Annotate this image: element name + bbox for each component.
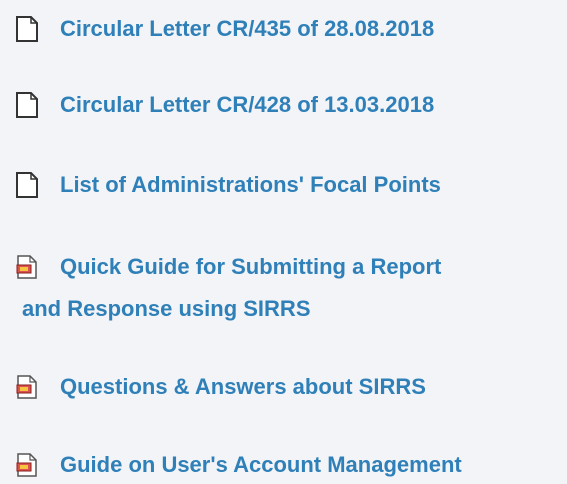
list-item: Questions & Answers about SIRRS <box>0 372 567 402</box>
list-item: Quick Guide for Submitting a Report and … <box>0 252 567 324</box>
link-quick-guide[interactable]: Quick Guide for Submitting a Report <box>60 252 441 282</box>
list-item: Circular Letter CR/435 of 28.08.2018 <box>0 14 567 44</box>
pdf-document-icon <box>16 453 37 477</box>
link-account-management-guide[interactable]: Guide on User's Account Management <box>60 450 462 480</box>
link-questions-answers[interactable]: Questions & Answers about SIRRS <box>60 372 426 402</box>
list-item: Circular Letter CR/428 of 13.03.2018 <box>0 90 567 120</box>
list-item: List of Administrations' Focal Points <box>0 170 567 200</box>
link-focal-points[interactable]: List of Administrations' Focal Points <box>60 170 441 200</box>
list-item: Guide on User's Account Management <box>0 450 567 480</box>
document-icon <box>16 92 38 118</box>
document-icon <box>16 16 38 42</box>
pdf-document-icon <box>16 375 37 399</box>
document-link-list: Circular Letter CR/435 of 28.08.2018 Cir… <box>0 0 567 484</box>
link-circular-letter-cr428[interactable]: Circular Letter CR/428 of 13.03.2018 <box>60 90 434 120</box>
pdf-document-icon <box>16 255 37 279</box>
document-icon <box>16 172 38 198</box>
link-circular-letter-cr435[interactable]: Circular Letter CR/435 of 28.08.2018 <box>60 14 434 44</box>
link-quick-guide-continued[interactable]: and Response using SIRRS <box>22 294 311 324</box>
